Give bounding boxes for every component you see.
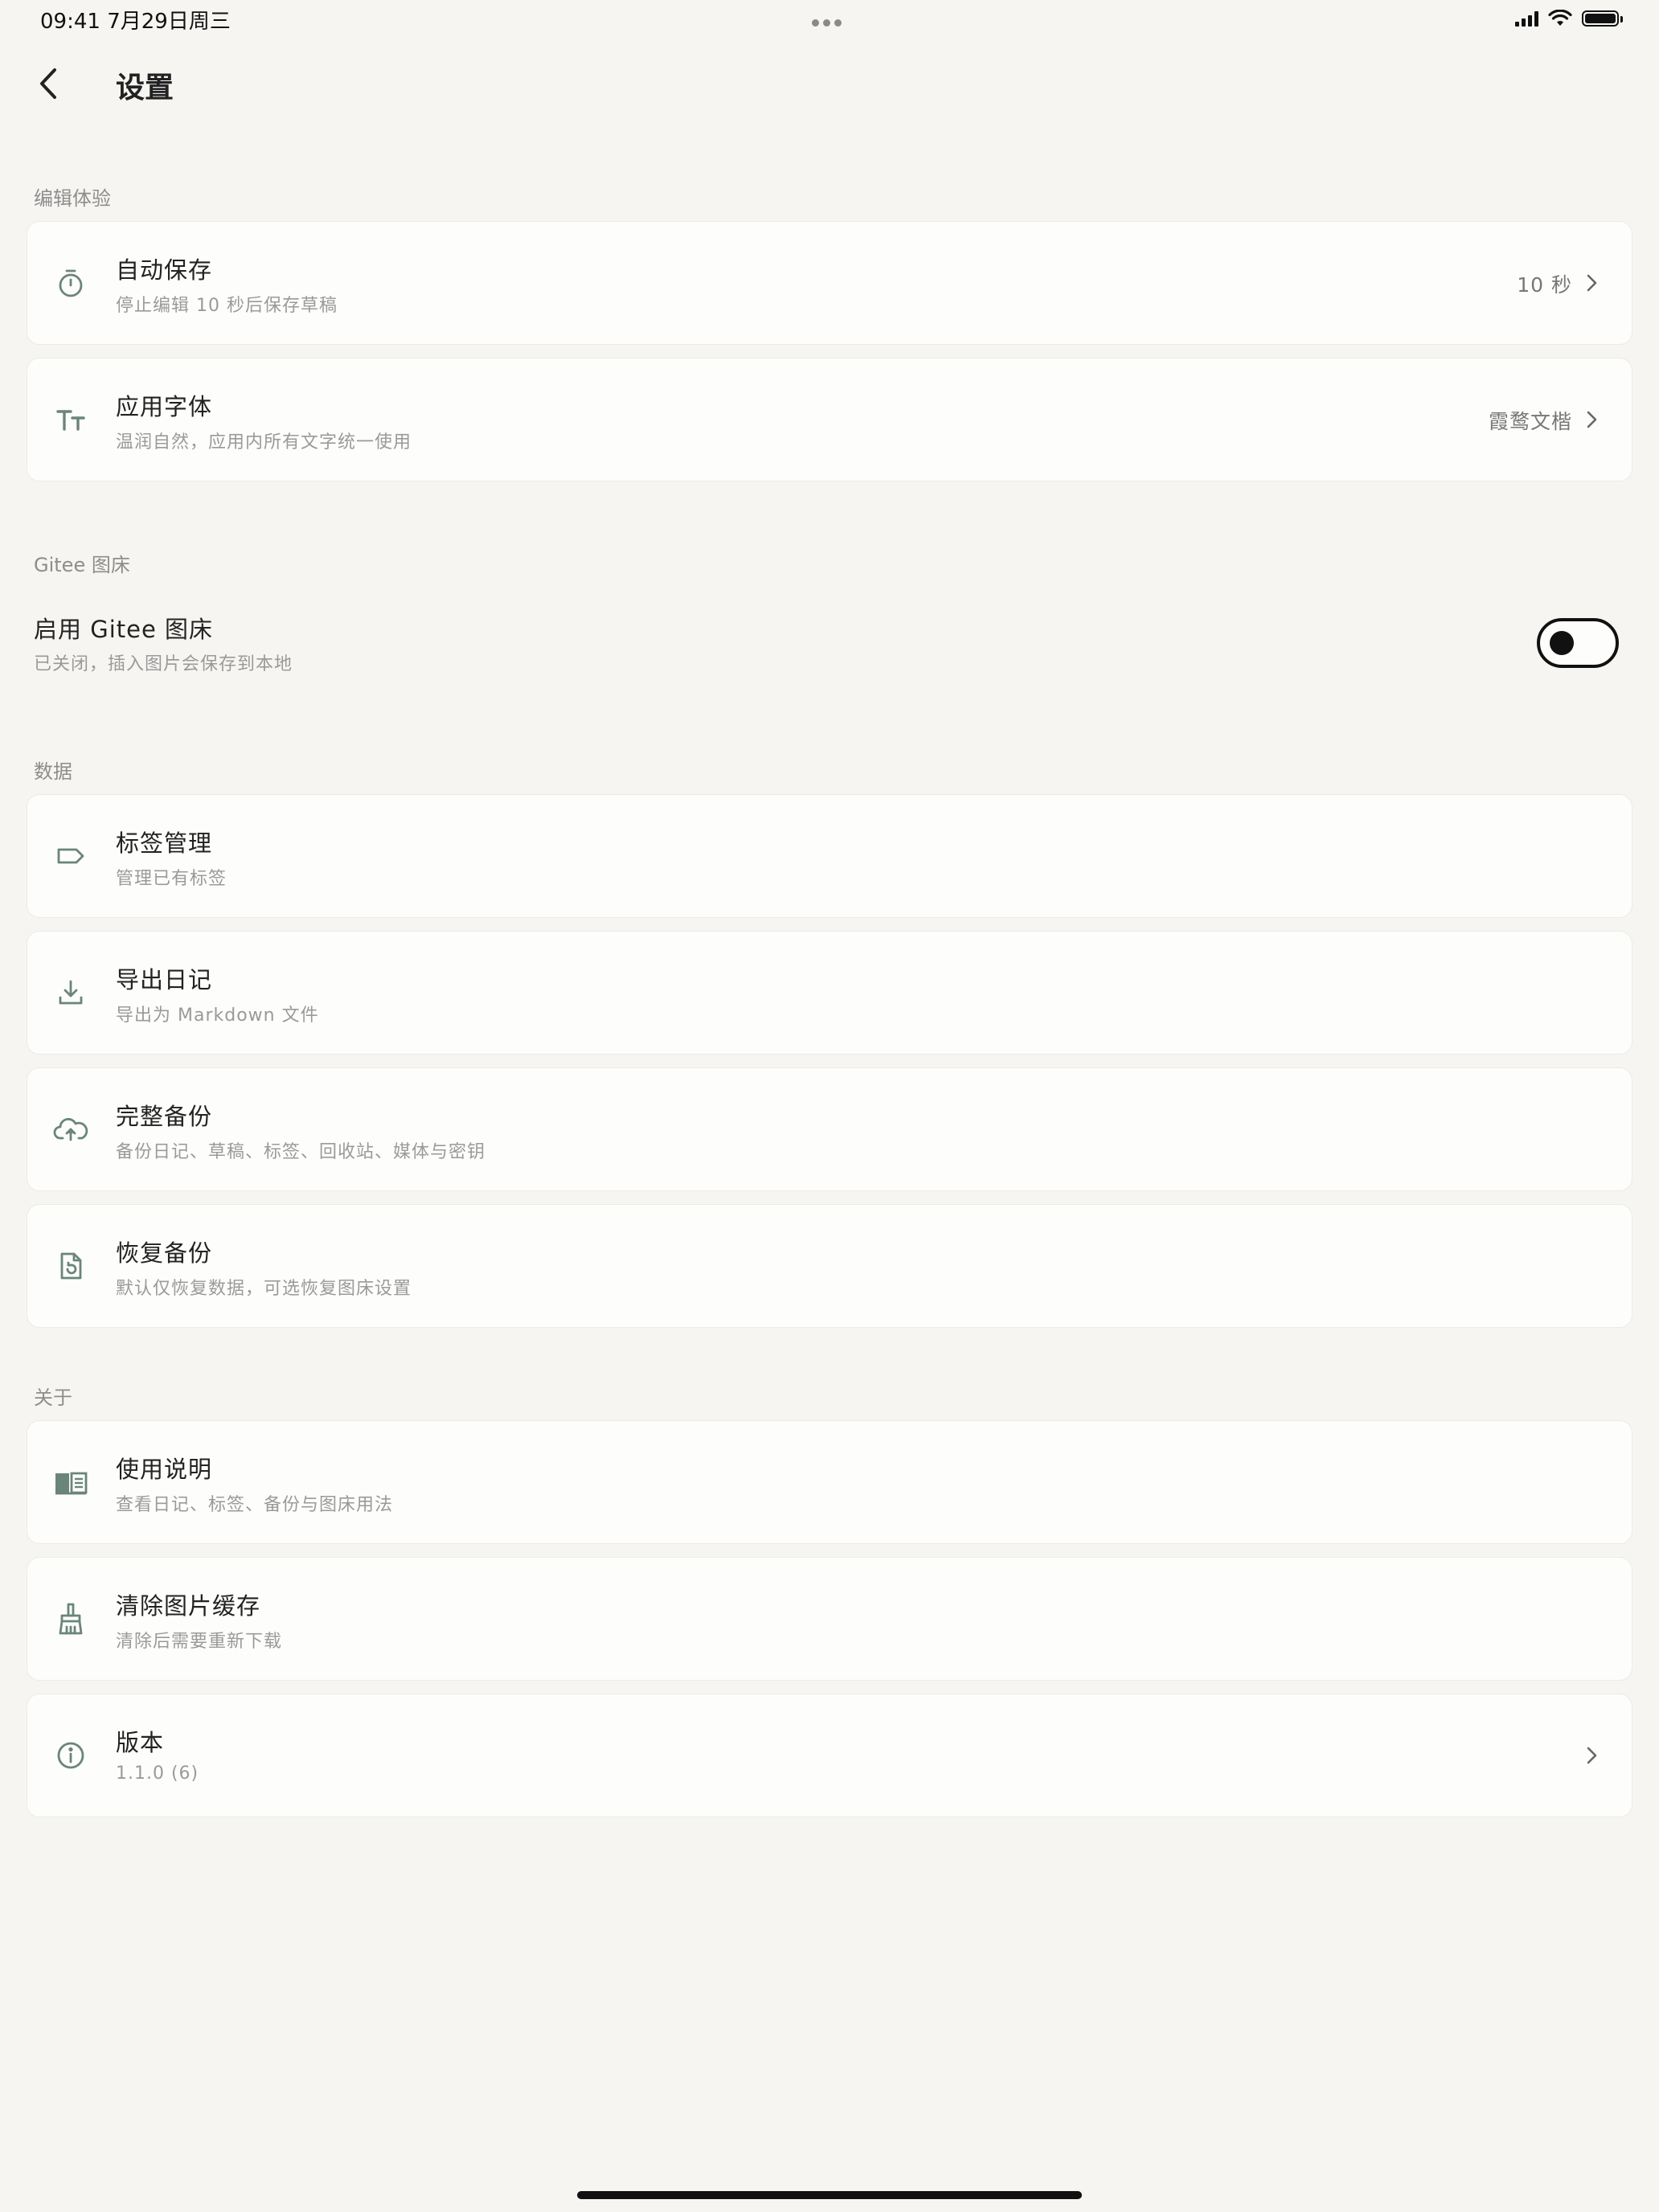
full-backup-title: 完整备份 — [116, 1103, 213, 1130]
book-icon — [50, 1461, 92, 1503]
timer-icon — [50, 262, 92, 304]
autosave-value: 10 秒 — [1517, 273, 1572, 297]
autosave-title: 自动保存 — [116, 256, 213, 284]
tag-management-title: 标签管理 — [116, 830, 213, 857]
autosave-subtitle: 停止编辑 10 秒后保存草稿 — [116, 296, 338, 316]
user-guide-subtitle: 查看日记、标签、备份与图床用法 — [116, 1495, 394, 1515]
section-label-data: 数据 — [34, 760, 72, 783]
broom-icon — [50, 1598, 92, 1640]
version-row[interactable]: 版本 1.1.0 (6) — [27, 1694, 1632, 1817]
back-button[interactable] — [24, 59, 72, 108]
app-font-value: 霞鹜文楷 — [1488, 410, 1572, 433]
tag-management-subtitle: 管理已有标签 — [116, 869, 227, 889]
user-guide-row[interactable]: 使用说明 查看日记、标签、备份与图床用法 — [27, 1420, 1632, 1544]
chevron-right-icon — [1587, 411, 1597, 428]
info-icon — [50, 1735, 92, 1776]
tag-icon — [50, 835, 92, 877]
version-title: 版本 — [116, 1729, 165, 1756]
cellular-signal-icon — [1515, 10, 1538, 27]
user-guide-title: 使用说明 — [116, 1456, 213, 1483]
app-font-row[interactable]: 应用字体 温润自然，应用内所有文字统一使用 霞鹜文楷 — [27, 358, 1632, 481]
status-time-date: 09:41 7月29日周三 — [40, 10, 231, 34]
file-restore-icon — [50, 1245, 92, 1287]
chevron-right-icon — [1587, 274, 1597, 292]
battery-icon — [1582, 10, 1623, 27]
home-indicator[interactable] — [577, 2191, 1082, 2199]
restore-backup-subtitle: 默认仅恢复数据，可选恢复图床设置 — [116, 1279, 412, 1299]
status-indicators — [1515, 6, 1623, 31]
status-bar: 09:41 7月29日周三 — [0, 0, 1659, 39]
chevron-right-icon — [1587, 1747, 1597, 1764]
wifi-icon — [1548, 10, 1572, 26]
gitee-toggle-subtitle: 已关闭，插入图片会保存到本地 — [34, 654, 293, 674]
app-font-title: 应用字体 — [116, 393, 213, 420]
nav-bar: 设置 — [0, 48, 1659, 121]
autosave-row[interactable]: 自动保存 停止编辑 10 秒后保存草稿 10 秒 — [27, 221, 1632, 345]
section-label-gitee: Gitee 图床 — [34, 554, 130, 576]
cloud-upload-icon — [50, 1108, 92, 1150]
full-backup-row[interactable]: 完整备份 备份日记、草稿、标签、回收站、媒体与密钥 — [27, 1067, 1632, 1191]
clear-image-cache-title: 清除图片缓存 — [116, 1592, 261, 1620]
gitee-toggle-row: 启用 Gitee 图床 已关闭，插入图片会保存到本地 — [0, 595, 1659, 691]
gitee-toggle-switch[interactable] — [1537, 618, 1619, 668]
tag-management-row[interactable]: 标签管理 管理已有标签 — [27, 794, 1632, 918]
restore-backup-title: 恢复备份 — [116, 1239, 213, 1267]
section-label-editing: 编辑体验 — [34, 187, 111, 210]
download-icon — [50, 972, 92, 1014]
export-diary-subtitle: 导出为 Markdown 文件 — [116, 1006, 319, 1026]
clear-image-cache-subtitle: 清除后需要重新下载 — [116, 1632, 283, 1652]
clear-image-cache-row[interactable]: 清除图片缓存 清除后需要重新下载 — [27, 1557, 1632, 1681]
text-size-icon — [50, 399, 92, 440]
gitee-toggle-title: 启用 Gitee 图床 — [34, 616, 214, 643]
toggle-knob — [1550, 631, 1574, 655]
multitasking-dots-icon[interactable] — [812, 14, 847, 27]
version-number: 1.1.0 (6) — [116, 1763, 199, 1784]
page-title: 设置 — [116, 72, 174, 104]
export-diary-title: 导出日记 — [116, 966, 213, 993]
chevron-left-icon — [40, 68, 56, 99]
full-backup-subtitle: 备份日记、草稿、标签、回收站、媒体与密钥 — [116, 1142, 486, 1162]
app-font-subtitle: 温润自然，应用内所有文字统一使用 — [116, 432, 412, 453]
export-diary-row[interactable]: 导出日记 导出为 Markdown 文件 — [27, 931, 1632, 1055]
section-label-about: 关于 — [34, 1387, 72, 1409]
restore-backup-row[interactable]: 恢复备份 默认仅恢复数据，可选恢复图床设置 — [27, 1204, 1632, 1328]
